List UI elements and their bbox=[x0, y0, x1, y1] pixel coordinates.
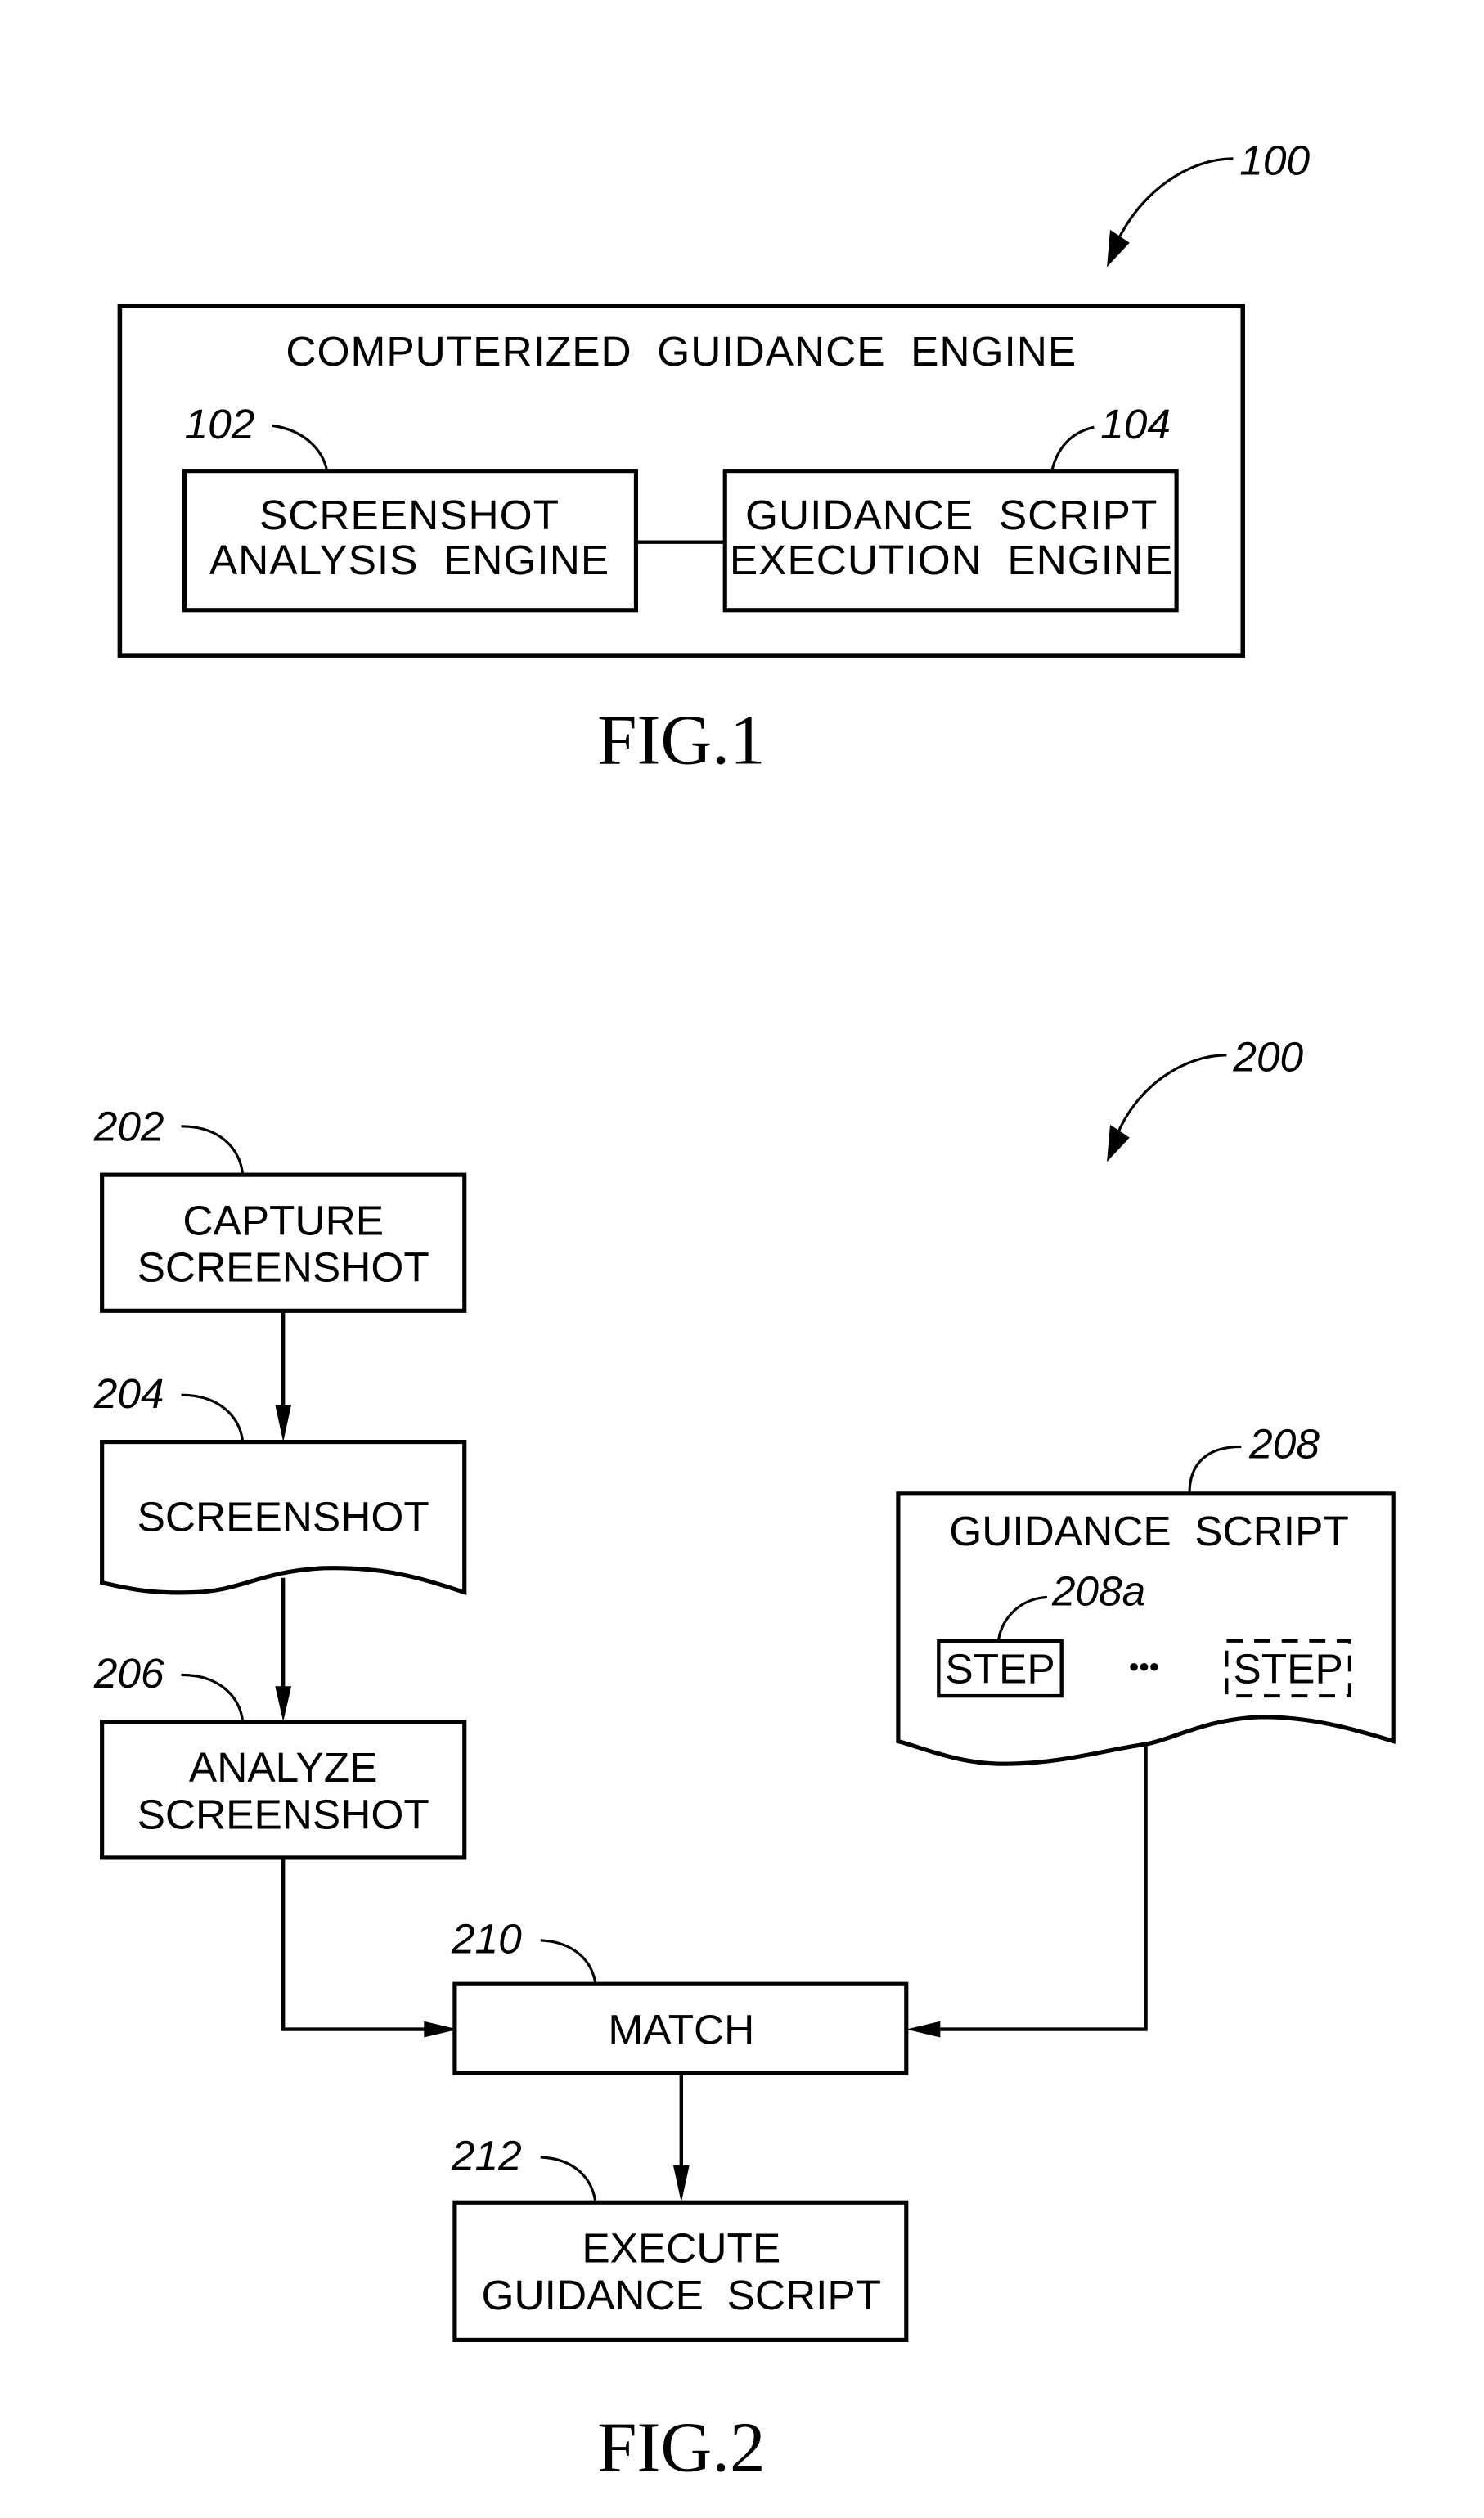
ref-label-100: 100 bbox=[1239, 137, 1310, 184]
ref-204-leader bbox=[181, 1393, 245, 1442]
figure-1-caption: FIG.1 bbox=[597, 700, 765, 780]
ref-label-206: 206 bbox=[93, 1649, 164, 1697]
ellipsis-icon: ••• bbox=[1129, 1650, 1159, 1683]
patent-drawing-sheet: 100 COMPUTERIZED GUIDANCE ENGINE 102 SCR… bbox=[93, 137, 1396, 2487]
ref-200-arrowhead-icon bbox=[1107, 1124, 1130, 1162]
ref-label-204: 204 bbox=[93, 1369, 164, 1417]
execute-guidance-script-line2: GUIDANCE SCRIPT bbox=[482, 2271, 882, 2318]
ref-210-leader bbox=[540, 1939, 597, 1985]
arrow-match-to-execute-head-icon bbox=[672, 2165, 690, 2203]
reference-200: 200 bbox=[1107, 1033, 1304, 1162]
ref-label-200: 200 bbox=[1232, 1033, 1303, 1081]
first-step-label: STEP bbox=[945, 1644, 1055, 1692]
ref-label-210: 210 bbox=[451, 1915, 522, 1963]
arrow-capture-to-screenshot-head-icon bbox=[275, 1405, 292, 1442]
figure-2-caption: FIG.2 bbox=[597, 2408, 765, 2487]
ref-100-leader bbox=[1115, 157, 1234, 244]
arrow-guidance-script-to-match-head-icon bbox=[906, 2021, 941, 2038]
ref-206-leader bbox=[181, 1673, 245, 1722]
ref-label-202: 202 bbox=[93, 1103, 164, 1150]
computerized-guidance-engine-title: COMPUTERIZED GUIDANCE ENGINE bbox=[286, 327, 1077, 375]
last-step-label: STEP bbox=[1233, 1644, 1342, 1692]
screenshot-analysis-engine-line1: SCREENSHOT bbox=[259, 491, 560, 538]
reference-100: 100 bbox=[1107, 137, 1310, 268]
screenshot-document-label: SCREENSHOT bbox=[137, 1492, 429, 1540]
analyze-screenshot-line1: ANALYZE bbox=[189, 1743, 378, 1791]
ref-label-208: 208 bbox=[1248, 1419, 1320, 1467]
figure-1: 100 COMPUTERIZED GUIDANCE ENGINE 102 SCR… bbox=[117, 137, 1310, 780]
ref-208-leader bbox=[1188, 1445, 1242, 1494]
ref-label-208a: 208a bbox=[1051, 1567, 1145, 1614]
ref-label-212: 212 bbox=[451, 2132, 522, 2179]
arrow-analyze-to-match bbox=[281, 1857, 434, 2031]
guidance-script-execution-engine-line1: GUIDANCE SCRIPT bbox=[745, 491, 1158, 538]
guidance-script-execution-engine-line2: EXECUTION ENGINE bbox=[730, 536, 1174, 583]
capture-screenshot-line2: SCREENSHOT bbox=[137, 1243, 429, 1291]
arrow-guidance-script-to-match bbox=[930, 1742, 1148, 2031]
match-label: MATCH bbox=[608, 2005, 754, 2053]
capture-screenshot-line1: CAPTURE bbox=[182, 1196, 384, 1243]
screenshot-analysis-engine-line2: ANALYSIS ENGINE bbox=[209, 536, 609, 583]
arrow-screenshot-to-analyze-head-icon bbox=[275, 1686, 292, 1722]
ref-label-102: 102 bbox=[185, 400, 255, 447]
ref-202-leader bbox=[181, 1125, 245, 1176]
ref-label-104: 104 bbox=[1100, 400, 1171, 447]
ref-212-leader bbox=[540, 2156, 597, 2203]
execute-guidance-script-line1: EXECUTE bbox=[582, 2223, 780, 2271]
guidance-script-title: GUIDANCE SCRIPT bbox=[949, 1507, 1349, 1554]
analyze-screenshot-line2: SCREENSHOT bbox=[137, 1790, 429, 1837]
figure-2: 200 202 CAPTURE SCREENSHOT 204 SCREENSHO… bbox=[93, 1033, 1396, 2487]
ref-100-arrowhead-icon bbox=[1107, 229, 1130, 268]
ref-200-leader bbox=[1115, 1054, 1227, 1137]
